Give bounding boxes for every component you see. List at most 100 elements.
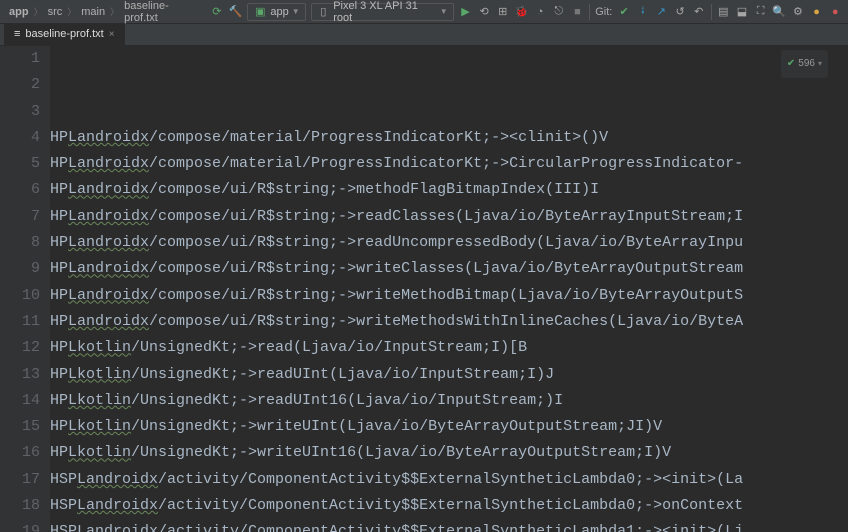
chevron-down-icon: ▼	[292, 7, 300, 16]
token-prefix: HSP	[50, 523, 77, 532]
token-rest: /UnsignedKt;->writeUInt16(Ljava/io/ByteA…	[131, 444, 671, 461]
code-line[interactable]: HPLandroidx/compose/material/ProgressInd…	[50, 125, 848, 151]
run-config-label: app	[270, 6, 288, 18]
code-line[interactable]: HSPLandroidx/activity/ComponentActivity$…	[50, 493, 848, 519]
device-selector[interactable]: ▯ Pixel 3 XL API 31 root ▼	[311, 3, 454, 21]
token-class: Landroidx	[68, 287, 149, 304]
token-rest: /compose/material/ProgressIndicatorKt;->…	[149, 155, 743, 172]
token-class: Landroidx	[68, 129, 149, 146]
code-line[interactable]: HPLkotlin/UnsignedKt;->readUInt16(Ljava/…	[50, 388, 848, 414]
code-area[interactable]: ✔ 596 ▾ HPLandroidx/compose/material/Pro…	[50, 46, 848, 532]
token-class: Landroidx	[68, 181, 149, 198]
tab-baseline-prof[interactable]: ≡ baseline-prof.txt ×	[4, 23, 125, 45]
sync-icon[interactable]: ⟳	[210, 5, 224, 19]
git-push-icon[interactable]: ↗	[655, 5, 669, 19]
line-number: 12	[0, 335, 40, 361]
code-line[interactable]: HPLandroidx/compose/ui/R$string;->writeM…	[50, 283, 848, 309]
breadcrumb-seg-app[interactable]: app	[6, 6, 32, 18]
apply-changes-icon[interactable]: ⟲	[477, 5, 491, 19]
token-prefix: HP	[50, 181, 68, 198]
hammer-icon[interactable]: 🔨	[229, 5, 243, 19]
token-rest: /compose/ui/R$string;->writeMethodBitmap…	[149, 287, 743, 304]
git-commit-icon[interactable]: ✔	[617, 5, 631, 19]
token-rest: /UnsignedKt;->readUInt(Ljava/io/InputStr…	[131, 366, 554, 383]
gutter: 12345678910111213141516171819	[0, 46, 50, 532]
chevron-down-icon: ▾	[818, 51, 822, 77]
elephant-icon[interactable]: ⛶	[754, 5, 768, 19]
code-line[interactable]: HPLkotlin/UnsignedKt;->writeUInt16(Ljava…	[50, 440, 848, 466]
coverage-icon[interactable]: ⊞	[496, 5, 510, 19]
git-update-icon[interactable]: ⭭	[636, 5, 650, 19]
line-number: 14	[0, 388, 40, 414]
token-class: Landroidx	[68, 313, 149, 330]
code-line[interactable]: HPLandroidx/compose/ui/R$string;->writeM…	[50, 309, 848, 335]
run-config-selector[interactable]: ▣ app ▼	[247, 3, 305, 21]
git-rollback-icon[interactable]: ↶	[692, 5, 706, 19]
token-rest: /UnsignedKt;->readUInt16(Ljava/io/InputS…	[131, 392, 563, 409]
android-icon: ▣	[253, 5, 267, 19]
token-rest: /compose/ui/R$string;->readClasses(Ljava…	[149, 208, 743, 225]
toolbar-right: ⟳ 🔨 ▣ app ▼ ▯ Pixel 3 XL API 31 root ▼ ▶…	[210, 3, 842, 21]
token-prefix: HSP	[50, 497, 77, 514]
token-prefix: HP	[50, 260, 68, 277]
token-class: Landroidx	[68, 260, 149, 277]
code-line[interactable]: HPLkotlin/UnsignedKt;->readUInt(Ljava/io…	[50, 362, 848, 388]
token-class: Landroidx	[77, 471, 158, 488]
breadcrumb-seg-file[interactable]: baseline-prof.txt	[121, 0, 202, 24]
run-button[interactable]: ▶	[459, 5, 473, 19]
inspection-chip[interactable]: ✔ 596 ▾	[781, 50, 828, 78]
debug-button[interactable]: 🐞	[515, 5, 529, 19]
breadcrumb-seg-main[interactable]: main	[78, 6, 108, 18]
tab-label: baseline-prof.txt	[25, 28, 103, 40]
stop-button[interactable]: ■	[571, 5, 585, 19]
code-line[interactable]: HPLandroidx/compose/ui/R$string;->method…	[50, 177, 848, 203]
code-line[interactable]: HPLkotlin/UnsignedKt;->writeUInt(Ljava/i…	[50, 414, 848, 440]
code-line[interactable]: HSPLandroidx/activity/ComponentActivity$…	[50, 467, 848, 493]
line-number: 11	[0, 309, 40, 335]
code-line[interactable]: HPLandroidx/compose/ui/R$string;->readUn…	[50, 230, 848, 256]
token-class: Lkotlin	[68, 444, 131, 461]
editor: 12345678910111213141516171819 ✔ 596 ▾ HP…	[0, 46, 848, 532]
line-number: 19	[0, 519, 40, 532]
code-line[interactable]: HSPLandroidx/activity/ComponentActivity$…	[50, 519, 848, 532]
token-prefix: HP	[50, 155, 68, 172]
search-icon[interactable]: 🔍	[772, 5, 786, 19]
code-line[interactable]: HPLandroidx/compose/ui/R$string;->readCl…	[50, 204, 848, 230]
code-line[interactable]: HPLandroidx/compose/ui/R$string;->writeC…	[50, 256, 848, 282]
breadcrumb[interactable]: app 〉 src 〉 main 〉 baseline-prof.txt	[6, 0, 202, 24]
breadcrumb-seg-src[interactable]: src	[45, 6, 66, 18]
line-number: 5	[0, 151, 40, 177]
main-toolbar: app 〉 src 〉 main 〉 baseline-prof.txt ⟳ 🔨…	[0, 0, 848, 24]
toolbar-separator	[711, 4, 712, 20]
token-class: Landroidx	[77, 523, 158, 532]
git-label: Git:	[595, 6, 612, 18]
profile-icon[interactable]: ◔	[533, 5, 547, 19]
line-number: 10	[0, 283, 40, 309]
code-line[interactable]: HPLandroidx/compose/material/ProgressInd…	[50, 151, 848, 177]
sdk-icon[interactable]: ⬓	[735, 5, 749, 19]
line-number: 16	[0, 440, 40, 466]
token-class: Landroidx	[68, 208, 149, 225]
line-number: 9	[0, 256, 40, 282]
code-line[interactable]: HPLkotlin/UnsignedKt;->read(Ljava/io/Inp…	[50, 335, 848, 361]
attach-icon[interactable]: ⎋	[552, 5, 566, 19]
token-prefix: HP	[50, 418, 68, 435]
token-class: Landroidx	[68, 155, 149, 172]
breadcrumb-sep: 〉	[67, 5, 76, 18]
token-rest: /UnsignedKt;->writeUInt(Ljava/io/ByteArr…	[131, 418, 662, 435]
token-class: Lkotlin	[68, 392, 131, 409]
token-rest: /activity/ComponentActivity$$ExternalSyn…	[158, 497, 743, 514]
error-dot-icon[interactable]: ●	[828, 5, 842, 19]
editor-tabs: ≡ baseline-prof.txt ×	[0, 24, 848, 46]
settings-icon[interactable]: ⚙	[791, 5, 805, 19]
close-icon[interactable]: ×	[109, 29, 115, 40]
line-number: 1	[0, 46, 40, 72]
token-prefix: HP	[50, 339, 68, 356]
warning-dot-icon[interactable]: ●	[810, 5, 824, 19]
device-label: Pixel 3 XL API 31 root	[333, 0, 437, 24]
toolbar-separator	[589, 4, 590, 20]
token-class: Landroidx	[77, 497, 158, 514]
avd-icon[interactable]: ▤	[716, 5, 730, 19]
line-number: 4	[0, 125, 40, 151]
git-history-icon[interactable]: ↺	[673, 5, 687, 19]
